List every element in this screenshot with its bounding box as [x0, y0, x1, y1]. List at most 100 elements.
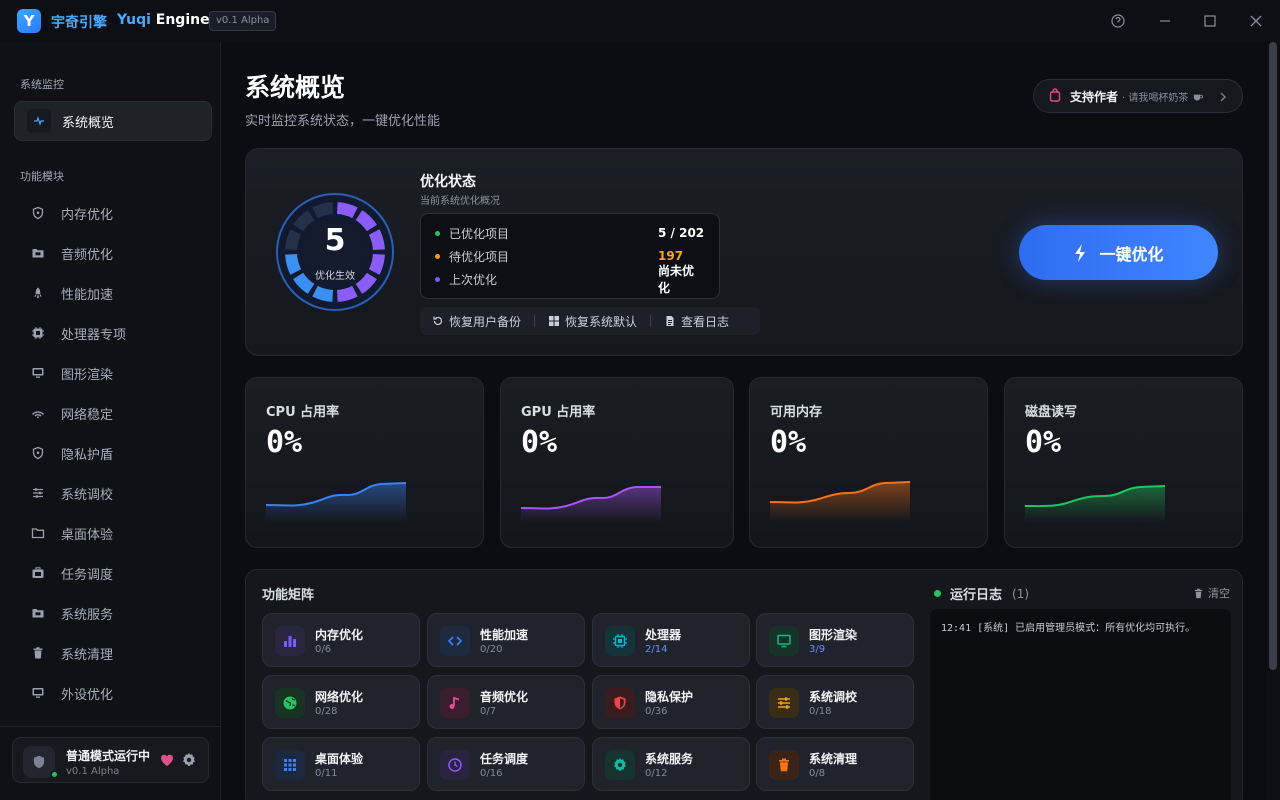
sidebar-item-label: 网络稳定 — [61, 407, 114, 423]
log-line: 12:41 [系统] 已启用管理员模式：所有优化均可执行。 — [941, 623, 1196, 634]
sidebar-item-memory[interactable]: 内存优化 — [30, 201, 210, 225]
feature-tile-tasks[interactable]: 任务调度 0/16 — [427, 737, 585, 791]
help-button[interactable] — [1105, 8, 1131, 34]
metric-value: 0% — [1025, 425, 1062, 460]
gpu-sparkline — [521, 486, 661, 522]
trash-icon — [769, 750, 799, 780]
sidebar-item-network[interactable]: 网络稳定 — [30, 401, 210, 425]
tile-count: 0/12 — [645, 768, 668, 779]
close-button[interactable] — [1243, 8, 1269, 34]
shield-icon — [30, 205, 46, 221]
tile-name: 图形渲染 — [809, 628, 858, 642]
pulse-icon — [27, 109, 51, 133]
sidebar-item-cleanup[interactable]: 系统清理 — [30, 641, 210, 665]
tile-name: 任务调度 — [480, 752, 529, 766]
tile-count: 0/6 — [315, 644, 332, 655]
sidebar-item-label: 系统服务 — [61, 607, 114, 623]
sidebar-item-services[interactable]: 系统服务 — [30, 601, 210, 625]
one-click-optimize-button[interactable]: 一键优化 — [1019, 225, 1218, 280]
sidebar-item-graphics[interactable]: 图形渲染 — [30, 361, 210, 385]
optimization-status-title: 优化状态 — [420, 174, 476, 190]
tile-count: 0/20 — [480, 644, 503, 655]
sidebar-item-tasks[interactable]: 任务调度 — [30, 561, 210, 585]
sidebar-item-label: 任务调度 — [61, 567, 114, 583]
title-bar: Y 宇奇引擎 Yuqi Engine v0.1 Alpha — [0, 0, 1280, 42]
metric-value: 0% — [770, 425, 807, 460]
sidebar-item-label: 桌面体验 — [61, 527, 114, 543]
view-log-button[interactable]: 查看日志 — [664, 313, 729, 330]
gear-icon[interactable] — [181, 752, 197, 772]
metric-title: CPU 占用率 — [266, 405, 340, 420]
restore-system-default-button[interactable]: 恢复系统默认 — [548, 313, 637, 330]
feature-tile-cleanup[interactable]: 系统清理 0/8 — [756, 737, 914, 791]
windows-icon — [549, 316, 560, 326]
heart-icon[interactable] — [159, 752, 175, 772]
tile-count: 0/36 — [645, 706, 668, 717]
monitor-icon — [769, 626, 799, 656]
feature-tile-performance[interactable]: 性能加速 0/20 — [427, 613, 585, 667]
support-author-button[interactable]: 支持作者 · 请我喝杯奶茶 — [1033, 79, 1243, 113]
cup-icon — [1192, 87, 1204, 106]
available-memory-card: 可用内存 0% — [749, 377, 988, 548]
page-subtitle: 实时监控系统状态，一键优化性能 — [245, 114, 441, 129]
music-icon — [440, 688, 470, 718]
sidebar-item-label: 内存优化 — [61, 207, 114, 223]
feature-tile-services[interactable]: 系统服务 0/12 — [592, 737, 750, 791]
tile-name: 系统清理 — [809, 752, 858, 766]
divider — [650, 315, 652, 327]
feature-tile-memory[interactable]: 内存优化 0/6 — [262, 613, 420, 667]
bar-chart-icon — [275, 626, 305, 656]
sidebar-item-desktop[interactable]: 桌面体验 — [30, 521, 210, 545]
divider — [534, 315, 536, 327]
feature-tile-graphics[interactable]: 图形渲染 3/9 — [756, 613, 914, 667]
stat-last-optimized: 上次优化 尚未优化 — [435, 264, 705, 295]
cpu-sparkline — [266, 482, 406, 522]
run-log-output[interactable]: 12:41 [系统] 已启用管理员模式：所有优化均可执行。 — [930, 609, 1231, 800]
online-status-dot — [50, 770, 59, 779]
chip-icon — [605, 626, 635, 656]
sidebar-item-tuning[interactable]: 系统调校 — [30, 481, 210, 505]
tile-name: 处理器 — [645, 628, 682, 642]
sidebar-item-performance[interactable]: 性能加速 — [30, 281, 210, 305]
status-dot — [435, 276, 440, 282]
feature-tile-processor[interactable]: 处理器 2/14 — [592, 613, 750, 667]
minimize-button[interactable] — [1152, 8, 1178, 34]
tile-count: 0/11 — [315, 768, 338, 779]
app-name-cn: 宇奇引擎 — [51, 15, 107, 31]
folder-icon — [30, 525, 46, 541]
chip-icon — [30, 325, 46, 341]
feature-tile-desktop[interactable]: 桌面体验 0/11 — [262, 737, 420, 791]
sidebar-item-audio[interactable]: 音频优化 — [30, 241, 210, 265]
feature-tile-audio[interactable]: 音频优化 0/7 — [427, 675, 585, 729]
tile-count: 0/8 — [809, 768, 826, 779]
memory-sparkline — [770, 481, 910, 522]
cpu-usage-card: CPU 占用率 0% — [245, 377, 484, 548]
stat-value: 尚未优化 — [658, 264, 695, 295]
monitor-icon — [30, 365, 46, 381]
clear-log-button[interactable]: 清空 — [1193, 585, 1230, 601]
tile-name: 内存优化 — [315, 628, 364, 642]
sidebar-item-overview[interactable]: 系统概览 — [14, 101, 212, 141]
scrollbar-thumb[interactable] — [1269, 42, 1277, 670]
section-label-modules: 功能模块 — [20, 170, 64, 183]
feature-matrix-panel: 功能矩阵 内存优化 0/6 性能加速 0/20 处理器 2/14 图形渲染 3/… — [245, 569, 1243, 800]
disk-sparkline — [1025, 485, 1165, 522]
help-icon — [1111, 14, 1125, 28]
sidebar-item-peripherals[interactable]: 外设优化 — [30, 681, 210, 705]
gpu-usage-card: GPU 占用率 0% — [500, 377, 734, 548]
tile-count: 0/16 — [480, 768, 503, 779]
feature-tile-tuning[interactable]: 系统调校 0/18 — [756, 675, 914, 729]
metric-value: 0% — [266, 425, 303, 460]
feature-tile-privacy[interactable]: 隐私保护 0/36 — [592, 675, 750, 729]
page-title: 系统概览 — [245, 73, 346, 102]
feature-tile-network[interactable]: 网络优化 0/28 — [262, 675, 420, 729]
sidebar-item-privacy[interactable]: 隐私护盾 — [30, 441, 210, 465]
sidebar-item-processor[interactable]: 处理器专项 — [30, 321, 210, 345]
restore-user-backup-button[interactable]: 恢复用户备份 — [432, 313, 521, 330]
tile-name: 系统调校 — [809, 690, 858, 704]
optimization-status-subtitle: 当前系统优化概况 — [420, 196, 500, 207]
maximize-button[interactable] — [1197, 8, 1223, 34]
close-icon — [1250, 15, 1262, 27]
run-log-count: (1) — [1012, 586, 1030, 601]
app-name-en: Yuqi Engine — [117, 12, 210, 28]
